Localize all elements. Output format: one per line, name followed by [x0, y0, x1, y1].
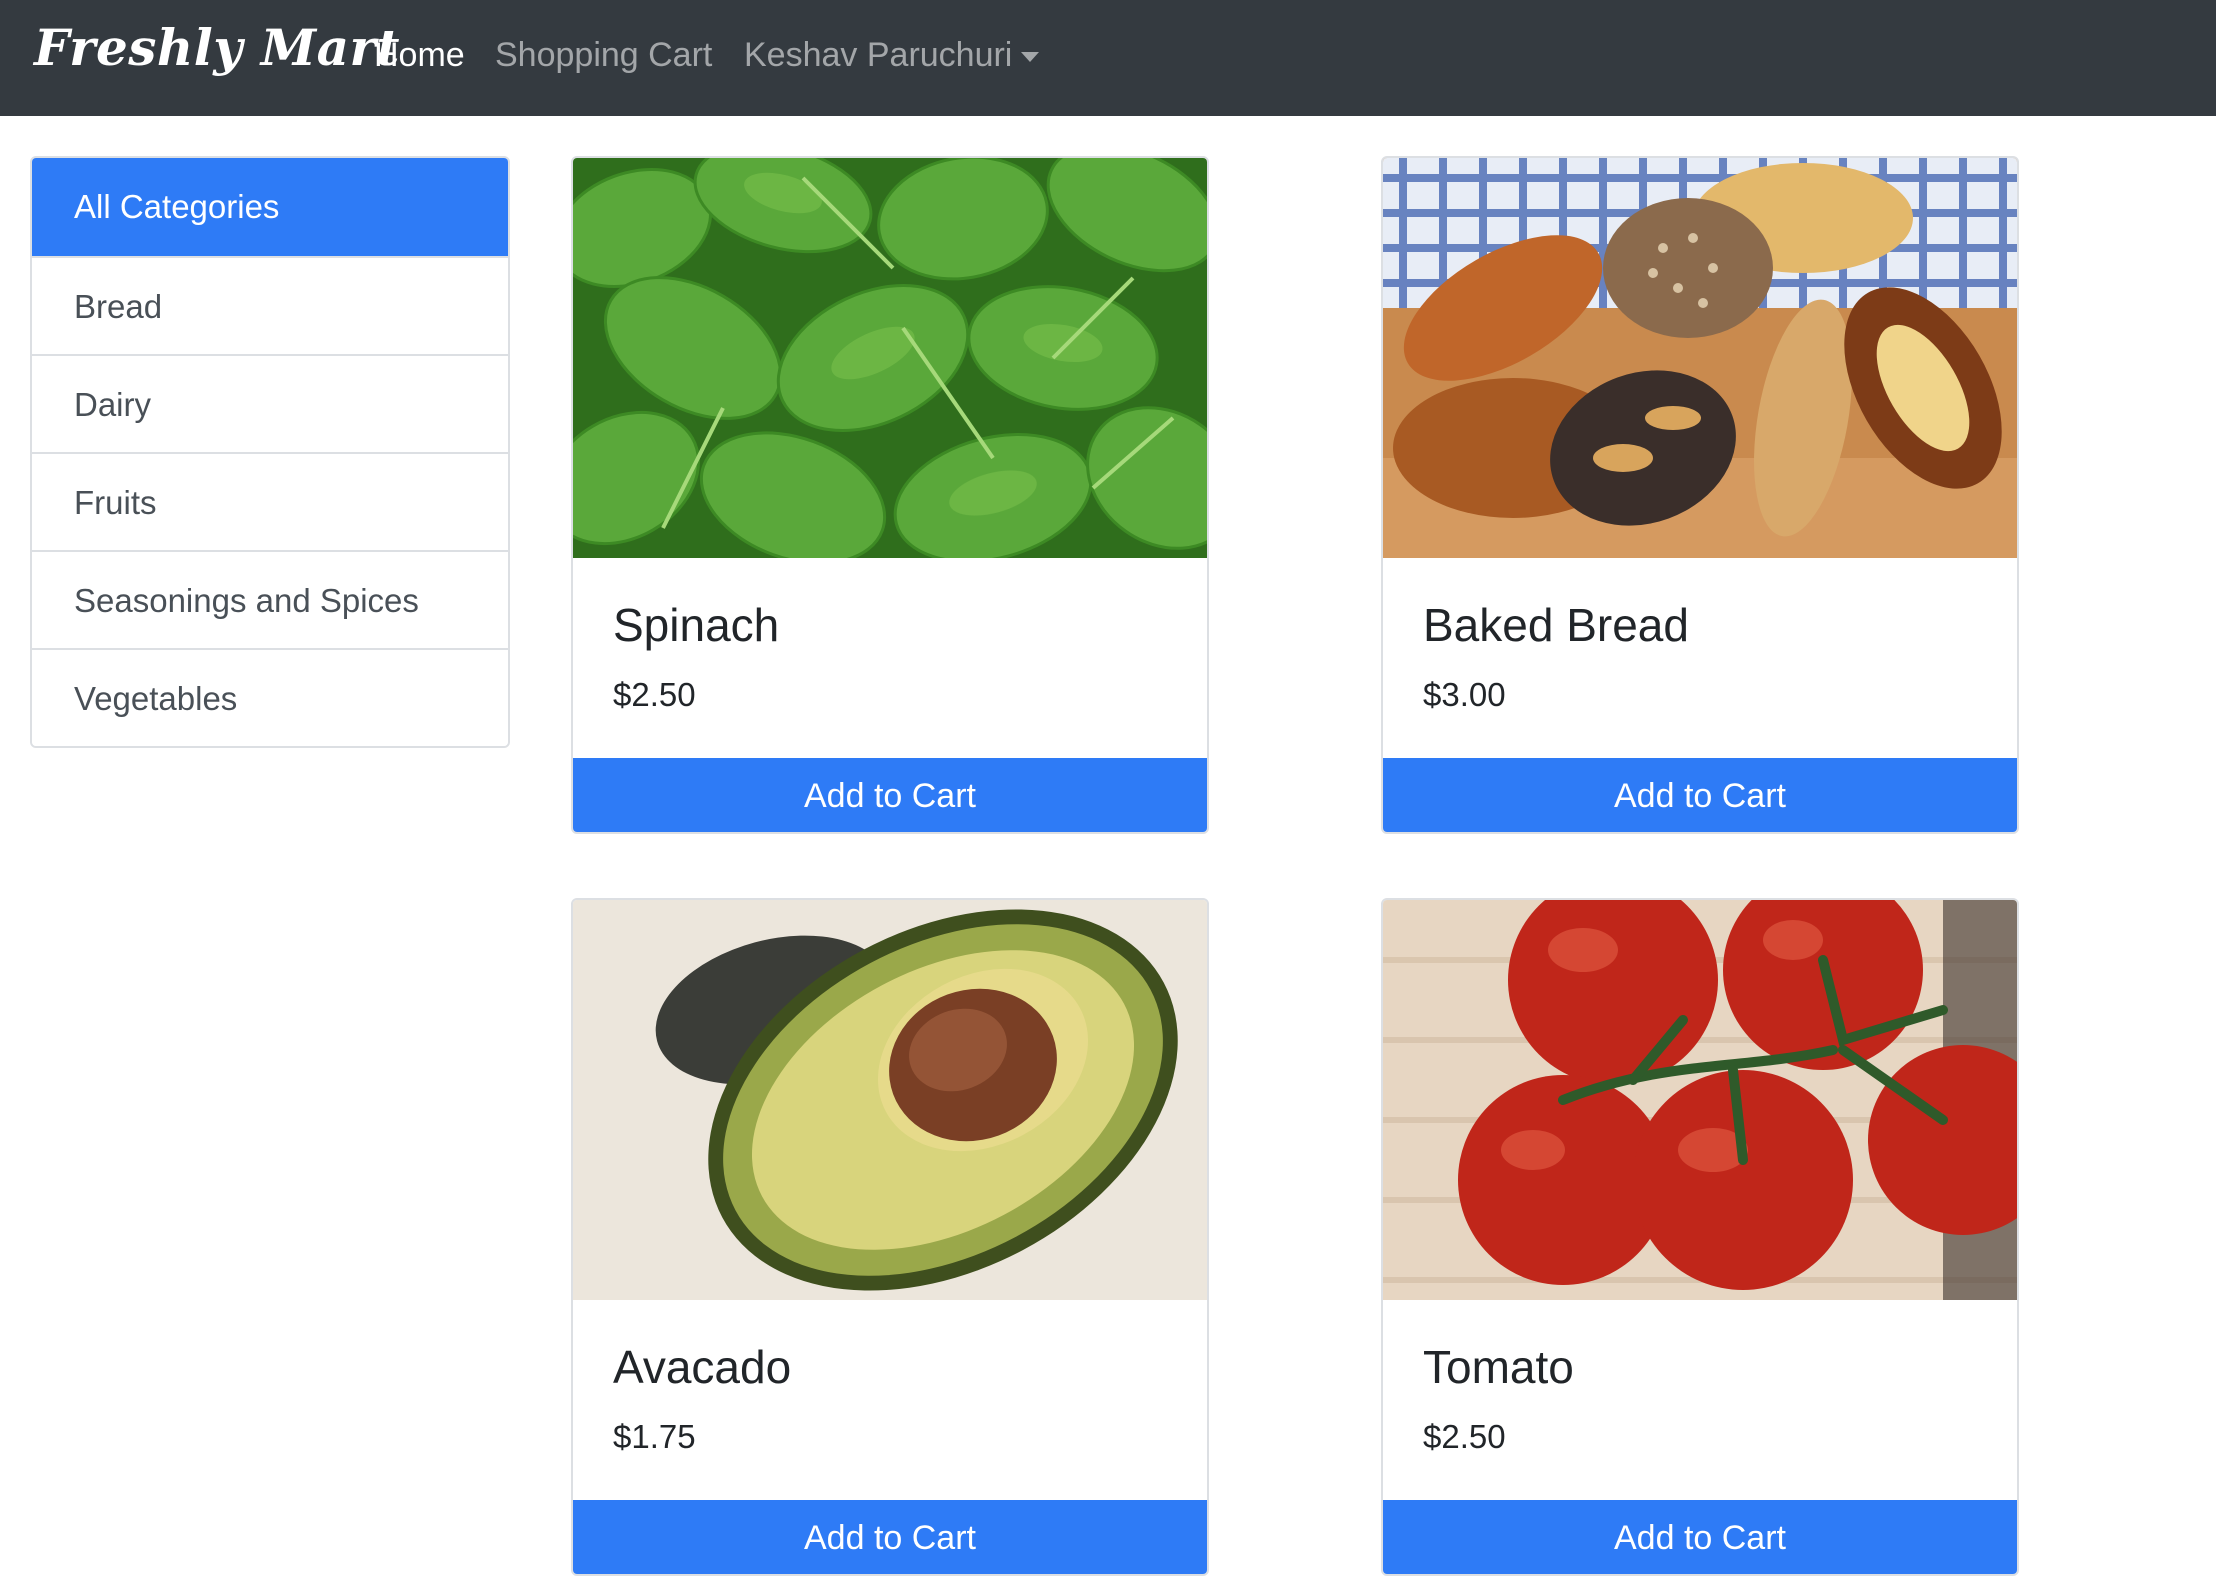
add-to-cart-button[interactable]: Add to Cart: [573, 1500, 1207, 1574]
product-name: Avacado: [613, 1341, 792, 1393]
add-to-cart-button[interactable]: Add to Cart: [573, 758, 1207, 832]
product-name: Baked Bread: [1423, 599, 1689, 651]
category-list: All Categories Bread Dairy Fruits Season…: [30, 156, 510, 748]
caret-down-icon: [1021, 51, 1040, 62]
product-price: $3.00: [1423, 676, 1506, 713]
product-card-tomato: Tomato $2.50 Add to Cart: [1381, 898, 2019, 1576]
brand-logo[interactable]: Freshly Mart: [34, 18, 400, 77]
product-image-spinach: [573, 158, 1207, 558]
product-card-avacado: Avacado $1.75 Add to Cart: [571, 898, 1209, 1576]
category-item-fruits[interactable]: Fruits: [32, 452, 508, 550]
product-card-baked-bread: Baked Bread $3.00 Add to Cart: [1381, 156, 2019, 834]
product-price: $1.75: [613, 1418, 696, 1455]
user-menu-dropdown[interactable]: Keshav Paruchuri: [744, 36, 1040, 75]
navbar: Freshly Mart Home Shopping Cart Keshav P…: [0, 0, 2216, 116]
product-card-spinach: Spinach $2.50 Add to Cart: [571, 156, 1209, 834]
user-name: Keshav Paruchuri: [744, 36, 1013, 74]
category-item-vegetables[interactable]: Vegetables: [32, 648, 508, 746]
category-item-all[interactable]: All Categories: [32, 158, 508, 256]
product-price: $2.50: [1423, 1418, 1506, 1455]
category-item-seasonings[interactable]: Seasonings and Spices: [32, 550, 508, 648]
nav-shopping-cart-link[interactable]: Shopping Cart: [495, 36, 712, 75]
category-item-dairy[interactable]: Dairy: [32, 354, 508, 452]
product-image-bread: [1383, 158, 2017, 558]
product-price: $2.50: [613, 676, 696, 713]
product-name: Tomato: [1423, 1341, 1574, 1393]
add-to-cart-button[interactable]: Add to Cart: [1383, 758, 2017, 832]
category-item-bread[interactable]: Bread: [32, 256, 508, 354]
nav-home-link[interactable]: Home: [374, 36, 465, 75]
product-name: Spinach: [613, 599, 780, 651]
product-image-tomato: [1383, 900, 2017, 1300]
add-to-cart-button[interactable]: Add to Cart: [1383, 1500, 2017, 1574]
product-image-avocado: [573, 900, 1207, 1300]
